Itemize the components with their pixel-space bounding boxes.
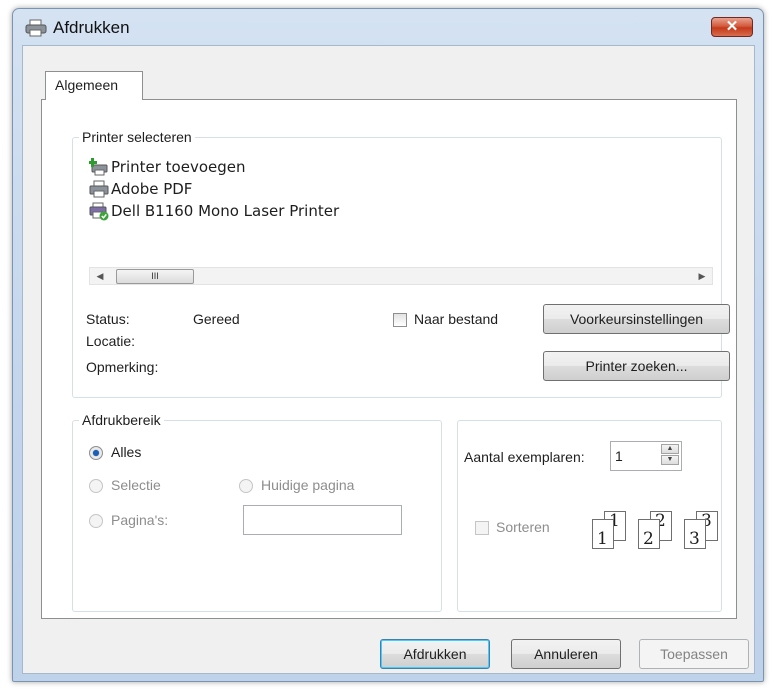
tab-label: Algemeen — [55, 77, 119, 93]
printer-icon — [25, 19, 47, 40]
tab-general[interactable]: Algemeen — [45, 71, 143, 100]
apply-button[interactable]: Toepassen — [639, 639, 749, 669]
range-all-radio[interactable] — [89, 446, 103, 460]
collate-page: 2 — [638, 519, 664, 553]
range-current-page-radio[interactable] — [239, 479, 253, 493]
spin-down-icon[interactable]: ▼ — [661, 455, 679, 465]
range-selection-radio[interactable] — [89, 479, 103, 493]
collate-label[interactable]: Sorteren — [496, 519, 550, 535]
range-current-page-label[interactable]: Huidige pagina — [261, 477, 354, 493]
title-bar[interactable]: Afdrukken ✕ — [13, 9, 763, 45]
copies-group: Aantal exemplaren: 1 ▲ ▼ Sorteren 1 1 2 … — [457, 420, 722, 612]
scroll-thumb[interactable]: III — [116, 269, 194, 284]
printer-item-add[interactable]: Printer toevoegen — [89, 156, 246, 178]
collate-checkbox[interactable] — [475, 521, 489, 535]
comment-label: Opmerking: — [86, 359, 159, 375]
location-label: Locatie: — [86, 333, 136, 349]
find-printer-button[interactable]: Printer zoeken... — [543, 351, 730, 381]
print-to-file-checkbox[interactable] — [393, 313, 407, 327]
printer-item-label: Printer toevoegen — [111, 158, 246, 176]
copies-label: Aantal exemplaren: — [464, 449, 585, 465]
tab-panel-general: Printer selecteren Printer toevoegen Ado… — [41, 99, 737, 619]
printer-item-dell[interactable]: Dell B1160 Mono Laser Printer — [89, 200, 339, 222]
range-all-label[interactable]: Alles — [111, 444, 141, 460]
collate-page: 3 — [684, 519, 710, 553]
spin-up-icon[interactable]: ▲ — [661, 444, 679, 454]
preferences-button[interactable]: Voorkeursinstellingen — [543, 304, 730, 334]
range-pages-radio[interactable] — [89, 514, 103, 528]
print-range-group: Afdrukbereik Alles Selectie Huidige pagi… — [72, 412, 442, 612]
printer-select-group: Printer selecteren Printer toevoegen Ado… — [72, 129, 730, 398]
collate-page: 1 — [592, 519, 618, 553]
range-pages-label[interactable]: Pagina's: — [111, 512, 168, 528]
copies-value: 1 — [615, 448, 623, 464]
status-label: Status: — [86, 311, 130, 327]
window-title: Afdrukken — [53, 18, 130, 37]
scroll-right-icon[interactable]: ▶ — [694, 269, 710, 284]
dialog-body: Algemeen Printer selecteren Printer toev… — [22, 45, 755, 674]
scroll-left-icon[interactable]: ◀ — [92, 269, 108, 284]
cancel-button[interactable]: Annuleren — [511, 639, 621, 669]
pages-input[interactable] — [243, 505, 402, 535]
printer-icon — [89, 180, 109, 198]
close-icon: ✕ — [725, 18, 739, 35]
status-value: Gereed — [193, 311, 240, 327]
printer-item-label: Dell B1160 Mono Laser Printer — [111, 202, 340, 220]
print-to-file-label[interactable]: Naar bestand — [414, 311, 498, 327]
range-selection-label[interactable]: Selectie — [111, 477, 161, 493]
print-range-legend: Afdrukbereik — [79, 412, 164, 428]
default-printer-icon — [89, 202, 109, 221]
printer-item-label: Adobe PDF — [111, 180, 193, 198]
printer-select-legend: Printer selecteren — [79, 129, 195, 145]
printer-list-scrollbar[interactable]: ◀ III ▶ — [89, 267, 713, 285]
printer-item-adobe-pdf[interactable]: Adobe PDF — [89, 178, 192, 200]
print-dialog: Afdrukken ✕ Algemeen Printer selecteren … — [12, 8, 764, 682]
copies-input[interactable]: 1 ▲ ▼ — [610, 441, 682, 471]
print-button[interactable]: Afdrukken — [380, 639, 490, 669]
add-printer-icon — [89, 158, 108, 176]
close-button[interactable]: ✕ — [711, 17, 753, 37]
